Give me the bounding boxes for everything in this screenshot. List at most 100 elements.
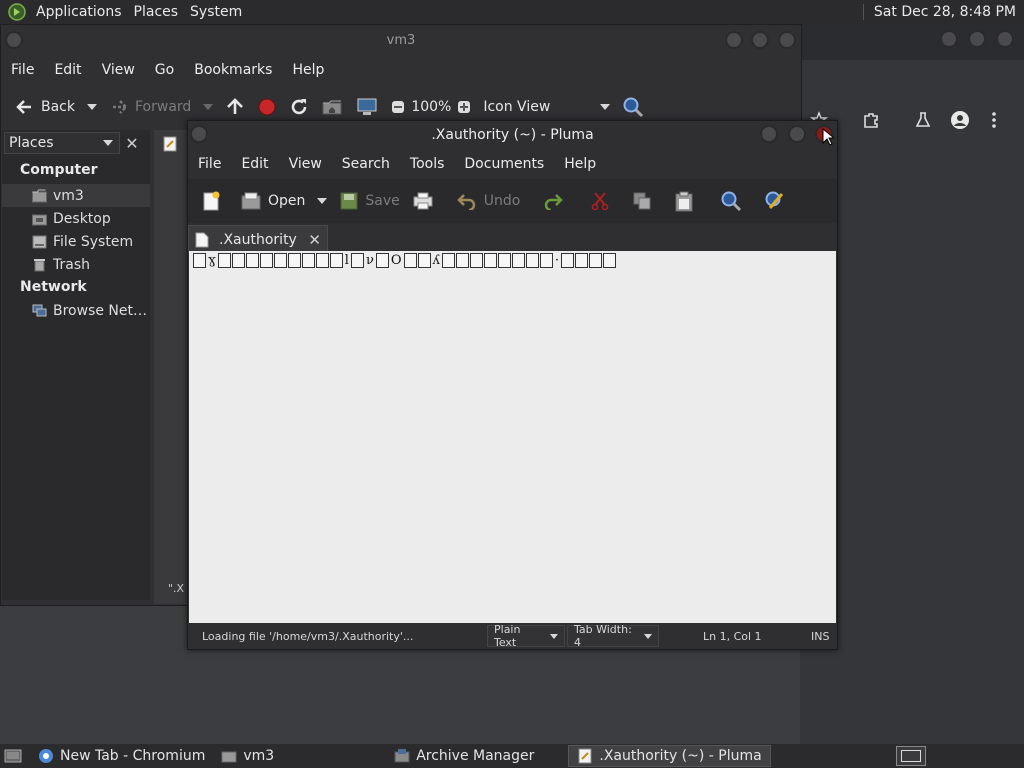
pluma-toolbar: Open Save Undo — [188, 179, 837, 223]
sidebar-item-browse-network[interactable]: Browse Net… — [2, 299, 150, 322]
file-view-pane[interactable]: ".X — [154, 130, 190, 604]
menu-go[interactable]: Go — [145, 62, 184, 78]
applications-menu[interactable]: Applications — [30, 0, 128, 24]
sidebar-close-icon[interactable]: ✕ — [122, 134, 142, 154]
workspace-switcher[interactable] — [896, 746, 926, 766]
menu-tools[interactable]: Tools — [400, 156, 455, 172]
menu-documents[interactable]: Documents — [454, 156, 554, 172]
menu-edit[interactable]: Edit — [231, 156, 278, 172]
task-file-manager[interactable]: vm3 — [213, 745, 282, 767]
task-pluma[interactable]: .Xauthority (~) - Pluma — [568, 745, 771, 767]
chromium-minimize-button[interactable] — [940, 30, 958, 48]
language-select[interactable]: Plain Text — [487, 623, 565, 649]
sidebar-type-select[interactable]: Places — [4, 132, 120, 154]
cut-button[interactable] — [584, 186, 616, 216]
back-button[interactable]: Back — [9, 92, 81, 122]
unprintable-byte-box — [193, 253, 206, 268]
open-recent-dropdown[interactable] — [311, 186, 333, 216]
unprintable-byte-box — [441, 253, 455, 268]
zoom-level[interactable]: 100% — [411, 99, 451, 115]
tab-width-value: Tab Width: 4 — [574, 623, 632, 649]
home-button[interactable] — [315, 92, 349, 122]
system-menu[interactable]: System — [184, 0, 248, 24]
unprintable-byte-box — [301, 253, 315, 268]
open-button[interactable]: Open — [234, 186, 311, 216]
minimize-button[interactable] — [760, 125, 778, 143]
close-tab-icon[interactable]: ✕ — [308, 231, 321, 249]
sidebar-item-file-system[interactable]: File System — [2, 230, 150, 253]
maximize-button[interactable] — [751, 31, 769, 49]
search-button[interactable] — [616, 92, 650, 122]
mate-logo-icon[interactable] — [8, 3, 26, 21]
menu-bookmarks[interactable]: Bookmarks — [184, 62, 282, 78]
sidebar-item-trash[interactable]: Trash — [2, 253, 150, 276]
back-history-dropdown[interactable] — [81, 92, 103, 122]
text-editor-area[interactable]: ɣ l ν Oʎ · — [189, 251, 836, 623]
chromium-close-button[interactable] — [996, 30, 1014, 48]
zoom-out-button[interactable] — [385, 92, 411, 122]
minimize-button[interactable] — [725, 31, 743, 49]
undo-button[interactable]: Undo — [450, 186, 527, 216]
unprintable-byte-box — [231, 253, 245, 268]
find-replace-button[interactable] — [758, 186, 792, 216]
pluma-titlebar[interactable]: .Xauthority (~) - Pluma — [188, 121, 837, 149]
forward-button[interactable]: Forward — [103, 92, 197, 122]
sidebar-item-label: Desktop — [53, 210, 111, 227]
menu-edit[interactable]: Edit — [44, 62, 91, 78]
up-button[interactable] — [219, 92, 251, 122]
menu-search[interactable]: Search — [332, 156, 400, 172]
sidebar-item-desktop[interactable]: Desktop — [2, 207, 150, 230]
editor-char: · — [554, 253, 560, 268]
menu-view[interactable]: View — [279, 156, 332, 172]
forward-history-dropdown[interactable] — [197, 92, 219, 122]
back-arrow-icon — [16, 100, 31, 114]
redo-button[interactable] — [536, 186, 570, 216]
print-button[interactable] — [406, 186, 440, 216]
labs-flask-icon[interactable] — [914, 111, 932, 129]
copy-button[interactable] — [626, 186, 658, 216]
paste-button[interactable] — [668, 186, 700, 216]
desktop-folder-icon — [32, 214, 47, 225]
up-arrow-icon — [227, 98, 244, 114]
menu-file[interactable]: File — [1, 62, 44, 78]
reload-button[interactable] — [283, 92, 315, 122]
open-label: Open — [268, 193, 306, 209]
zoom-in-button[interactable]: Icon View — [451, 92, 556, 122]
document-tab-label: .Xauthority — [219, 231, 297, 248]
pluma-statusbar: Loading file '/home/vm3/.Xauthority'... … — [189, 623, 836, 649]
sidebar-item-vm3[interactable]: vm3 — [2, 184, 150, 207]
task-archive-manager[interactable]: Archive Manager — [386, 745, 542, 767]
back-label: Back — [41, 99, 75, 115]
window-menu-button[interactable] — [5, 31, 23, 49]
extensions-icon[interactable] — [862, 111, 880, 129]
file-manager-titlebar[interactable]: vm3 — [1, 25, 801, 55]
menu-help[interactable]: Help — [282, 62, 334, 78]
places-menu[interactable]: Places — [128, 0, 185, 24]
show-desktop-icon[interactable] — [4, 748, 22, 764]
close-button[interactable] — [778, 31, 796, 49]
chromium-maximize-button[interactable] — [968, 30, 986, 48]
save-button[interactable]: Save — [333, 186, 405, 216]
profile-avatar-icon[interactable] — [950, 110, 970, 130]
view-mode-dropdown[interactable] — [594, 92, 616, 122]
clock[interactable]: Sat Dec 28, 8:48 PM — [864, 4, 1024, 20]
document-tab[interactable]: .Xauthority ✕ — [188, 225, 328, 253]
menu-help[interactable]: Help — [554, 156, 606, 172]
computer-button[interactable] — [349, 92, 385, 122]
zoom-in-icon — [458, 101, 471, 113]
drive-icon — [32, 235, 47, 248]
menu-file[interactable]: File — [188, 156, 231, 172]
stop-button[interactable] — [251, 92, 283, 122]
menu-kebab-icon[interactable] — [990, 111, 998, 129]
tab-width-select[interactable]: Tab Width: 4 — [567, 623, 659, 649]
editor-char: ν — [365, 253, 374, 268]
window-menu-button[interactable] — [190, 125, 208, 143]
find-button[interactable] — [714, 186, 748, 216]
print-icon — [413, 192, 433, 210]
menu-view[interactable]: View — [92, 62, 145, 78]
unprintable-byte-box — [539, 253, 553, 268]
task-chromium[interactable]: New Tab - Chromium — [30, 745, 213, 767]
new-document-button[interactable] — [194, 186, 228, 216]
maximize-button[interactable] — [788, 125, 806, 143]
file-view-status-fragment: ".X — [168, 582, 185, 595]
